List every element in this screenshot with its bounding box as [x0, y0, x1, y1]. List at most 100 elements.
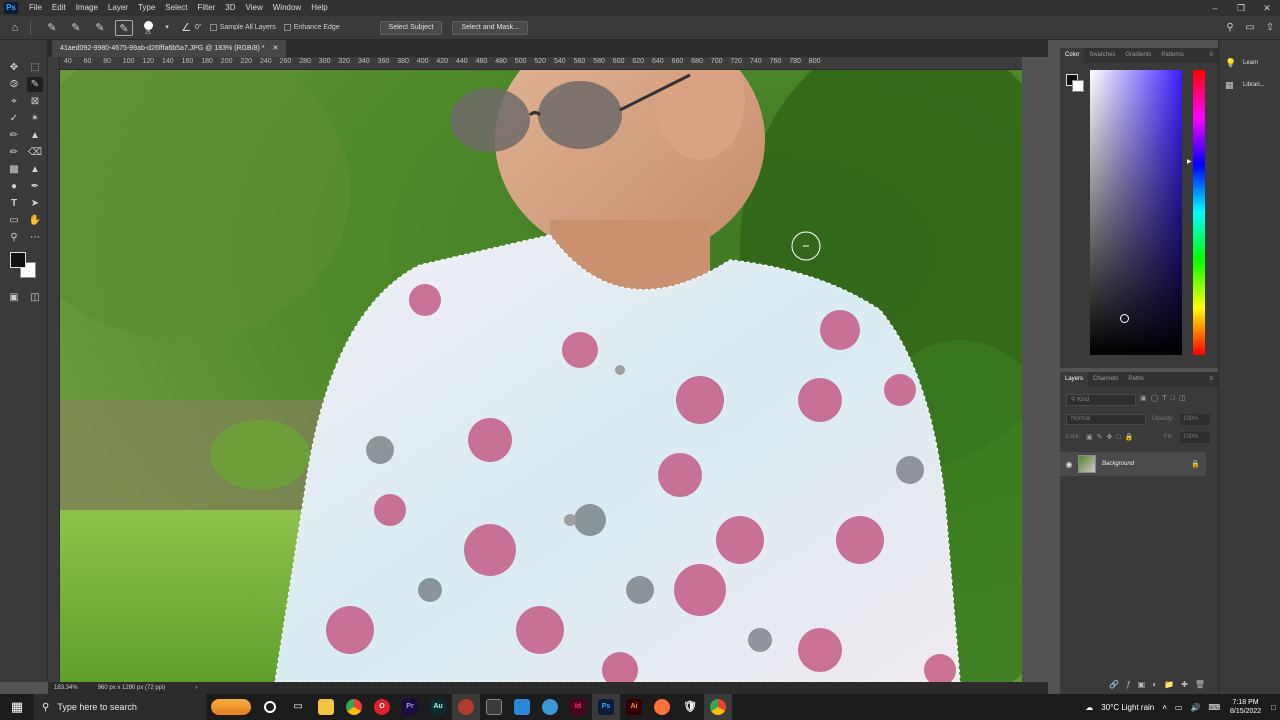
hue-slider[interactable]: [1193, 70, 1205, 355]
layer-filter-icons[interactable]: ▣◯T□◫: [1140, 394, 1190, 402]
opacity-input[interactable]: 100%: [1180, 414, 1210, 425]
hue-slider-marker-icon[interactable]: ▶: [1187, 158, 1192, 165]
photoshop-taskbar-icon[interactable]: Ps: [592, 694, 620, 720]
weather-text[interactable]: 30°C Light rain: [1101, 703, 1154, 712]
menu-window[interactable]: Window: [268, 0, 306, 16]
indesign-icon[interactable]: Id: [564, 694, 592, 720]
gradient-tool-icon[interactable]: ▩: [6, 162, 22, 177]
learn-panel-button[interactable]: 💡 Learn: [1219, 52, 1280, 74]
menu-view[interactable]: View: [241, 0, 268, 16]
tab-paths[interactable]: Paths: [1123, 372, 1148, 387]
chevron-up-icon[interactable]: ˄: [1162, 703, 1167, 712]
new-selection-icon[interactable]: ✎: [67, 20, 85, 36]
blur-tool-icon[interactable]: ▲: [27, 162, 43, 177]
security-icon[interactable]: 🛡: [676, 694, 704, 720]
browser-icon[interactable]: [536, 694, 564, 720]
search-icon[interactable]: ⚲: [1220, 22, 1240, 33]
illustrator-icon[interactable]: Ai: [620, 694, 648, 720]
tab-patterns[interactable]: Patterns: [1156, 48, 1188, 63]
eyedropper-tool-icon[interactable]: ✓: [6, 111, 22, 126]
healing-brush-tool-icon[interactable]: ✴: [27, 111, 43, 126]
quick-selection-tool-icon[interactable]: ✎: [27, 77, 43, 92]
dodge-tool-icon[interactable]: ●: [6, 179, 22, 194]
premiere-icon[interactable]: Pr: [396, 694, 424, 720]
lock-icon[interactable]: 🔒: [1191, 460, 1200, 468]
tab-color[interactable]: Color: [1060, 48, 1085, 63]
share-icon[interactable]: ⇧: [1260, 22, 1280, 33]
zoom-level[interactable]: 183.34%: [54, 685, 78, 691]
mail-icon[interactable]: [508, 694, 536, 720]
close-tab-icon[interactable]: ✕: [273, 45, 279, 52]
quick-selection-preset-icon[interactable]: ✎: [43, 20, 61, 36]
panel-menu-icon[interactable]: ≡: [1204, 372, 1218, 387]
color-picker-field[interactable]: [1090, 70, 1182, 355]
brush-size-icon[interactable]: 25: [139, 20, 157, 36]
brush-tool-icon[interactable]: ✏: [6, 128, 22, 143]
audition-icon[interactable]: Au: [424, 694, 452, 720]
home-icon[interactable]: ⌂: [6, 20, 24, 36]
select-subject-button[interactable]: Select Subject: [379, 20, 443, 35]
volume-icon[interactable]: 🔊: [1190, 703, 1200, 712]
hand-tool-icon[interactable]: ✋: [27, 213, 43, 228]
pen-tool-icon[interactable]: ✒: [27, 179, 43, 194]
tab-swatches[interactable]: Swatches: [1084, 48, 1120, 63]
menu-edit[interactable]: Edit: [47, 0, 71, 16]
menu-filter[interactable]: Filter: [193, 0, 221, 16]
store-icon[interactable]: [480, 694, 508, 720]
canvas[interactable]: [60, 70, 1022, 682]
keyboard-icon[interactable]: ⌨: [1208, 703, 1220, 712]
minimize-icon[interactable]: –: [1202, 3, 1228, 14]
more-tools-icon[interactable]: ⋯: [27, 230, 43, 245]
restore-icon[interactable]: ❐: [1228, 3, 1254, 14]
stamp-tool-icon[interactable]: ▲: [27, 128, 43, 143]
screen-mode-icon[interactable]: ◫: [27, 290, 43, 305]
tab-gradients[interactable]: Gradients: [1120, 48, 1156, 63]
menu-image[interactable]: Image: [71, 0, 103, 16]
sample-all-layers-checkbox[interactable]: Sample All Layers: [209, 24, 276, 31]
history-brush-tool-icon[interactable]: ✏: [6, 145, 22, 160]
lock-icons[interactable]: ▣✎✥□🔒: [1086, 433, 1137, 441]
fill-input[interactable]: 100%: [1180, 432, 1210, 443]
cloud-rain-icon[interactable]: ☁: [1085, 703, 1093, 712]
type-tool-icon[interactable]: T: [6, 196, 22, 211]
cortana-icon[interactable]: [256, 694, 284, 720]
foreground-color-swatch[interactable]: [10, 252, 26, 268]
chrome-icon[interactable]: [340, 694, 368, 720]
color-picker-handle[interactable]: [1120, 314, 1129, 323]
menu-help[interactable]: Help: [306, 0, 332, 16]
marquee-tool-icon[interactable]: ⬚: [27, 60, 43, 75]
windows-start-icon[interactable]: ▦: [0, 699, 34, 715]
notification-icon[interactable]: □: [1271, 703, 1276, 712]
angle-value[interactable]: 0°: [195, 24, 202, 31]
firefox-icon[interactable]: [648, 694, 676, 720]
select-and-mask-button[interactable]: Select and Mask...: [452, 20, 529, 35]
rectangle-tool-icon[interactable]: ▭: [6, 213, 22, 228]
tab-channels[interactable]: Channels: [1088, 372, 1123, 387]
taskbar-search[interactable]: ⚲ Type here to search: [34, 694, 206, 720]
libraries-panel-button[interactable]: ▦ Librari...: [1219, 74, 1280, 96]
eraser-tool-icon[interactable]: ⌫: [27, 145, 43, 160]
move-tool-icon[interactable]: ✥: [6, 60, 22, 75]
menu-layer[interactable]: Layer: [103, 0, 133, 16]
enhance-edge-checkbox[interactable]: Enhance Edge: [283, 24, 340, 31]
panel-menu-icon[interactable]: ≡: [1204, 48, 1218, 63]
frame-tool-icon[interactable]: ⊠: [27, 94, 43, 109]
menu-file[interactable]: File: [24, 0, 47, 16]
workspace-icon[interactable]: ▭: [1240, 22, 1260, 33]
close-icon[interactable]: ✕: [1254, 3, 1280, 14]
task-view-icon[interactable]: ▭: [284, 694, 312, 720]
crop-tool-icon[interactable]: ⌖: [6, 94, 22, 109]
layer-actions[interactable]: 🔗ƒ▣◐📁✚🗑: [1066, 680, 1212, 689]
eye-icon[interactable]: ◉: [1060, 460, 1078, 469]
background-color-swatch[interactable]: [1072, 80, 1084, 92]
layer-kind-filter[interactable]: ⚲ Kind: [1066, 394, 1136, 406]
chrome-active-icon[interactable]: [704, 694, 732, 720]
opera-icon[interactable]: O: [368, 694, 396, 720]
clock[interactable]: 7:18 PM 8/15/2022: [1230, 698, 1261, 716]
chevron-down-icon[interactable]: ▾: [163, 20, 171, 36]
tab-layers[interactable]: Layers: [1060, 372, 1089, 387]
taskbar-weather-widget-icon[interactable]: [206, 694, 256, 720]
layer-row-background[interactable]: ◉ Background 🔒: [1060, 452, 1206, 476]
add-selection-icon[interactable]: ✎: [91, 20, 109, 36]
path-selection-tool-icon[interactable]: ➤: [27, 196, 43, 211]
